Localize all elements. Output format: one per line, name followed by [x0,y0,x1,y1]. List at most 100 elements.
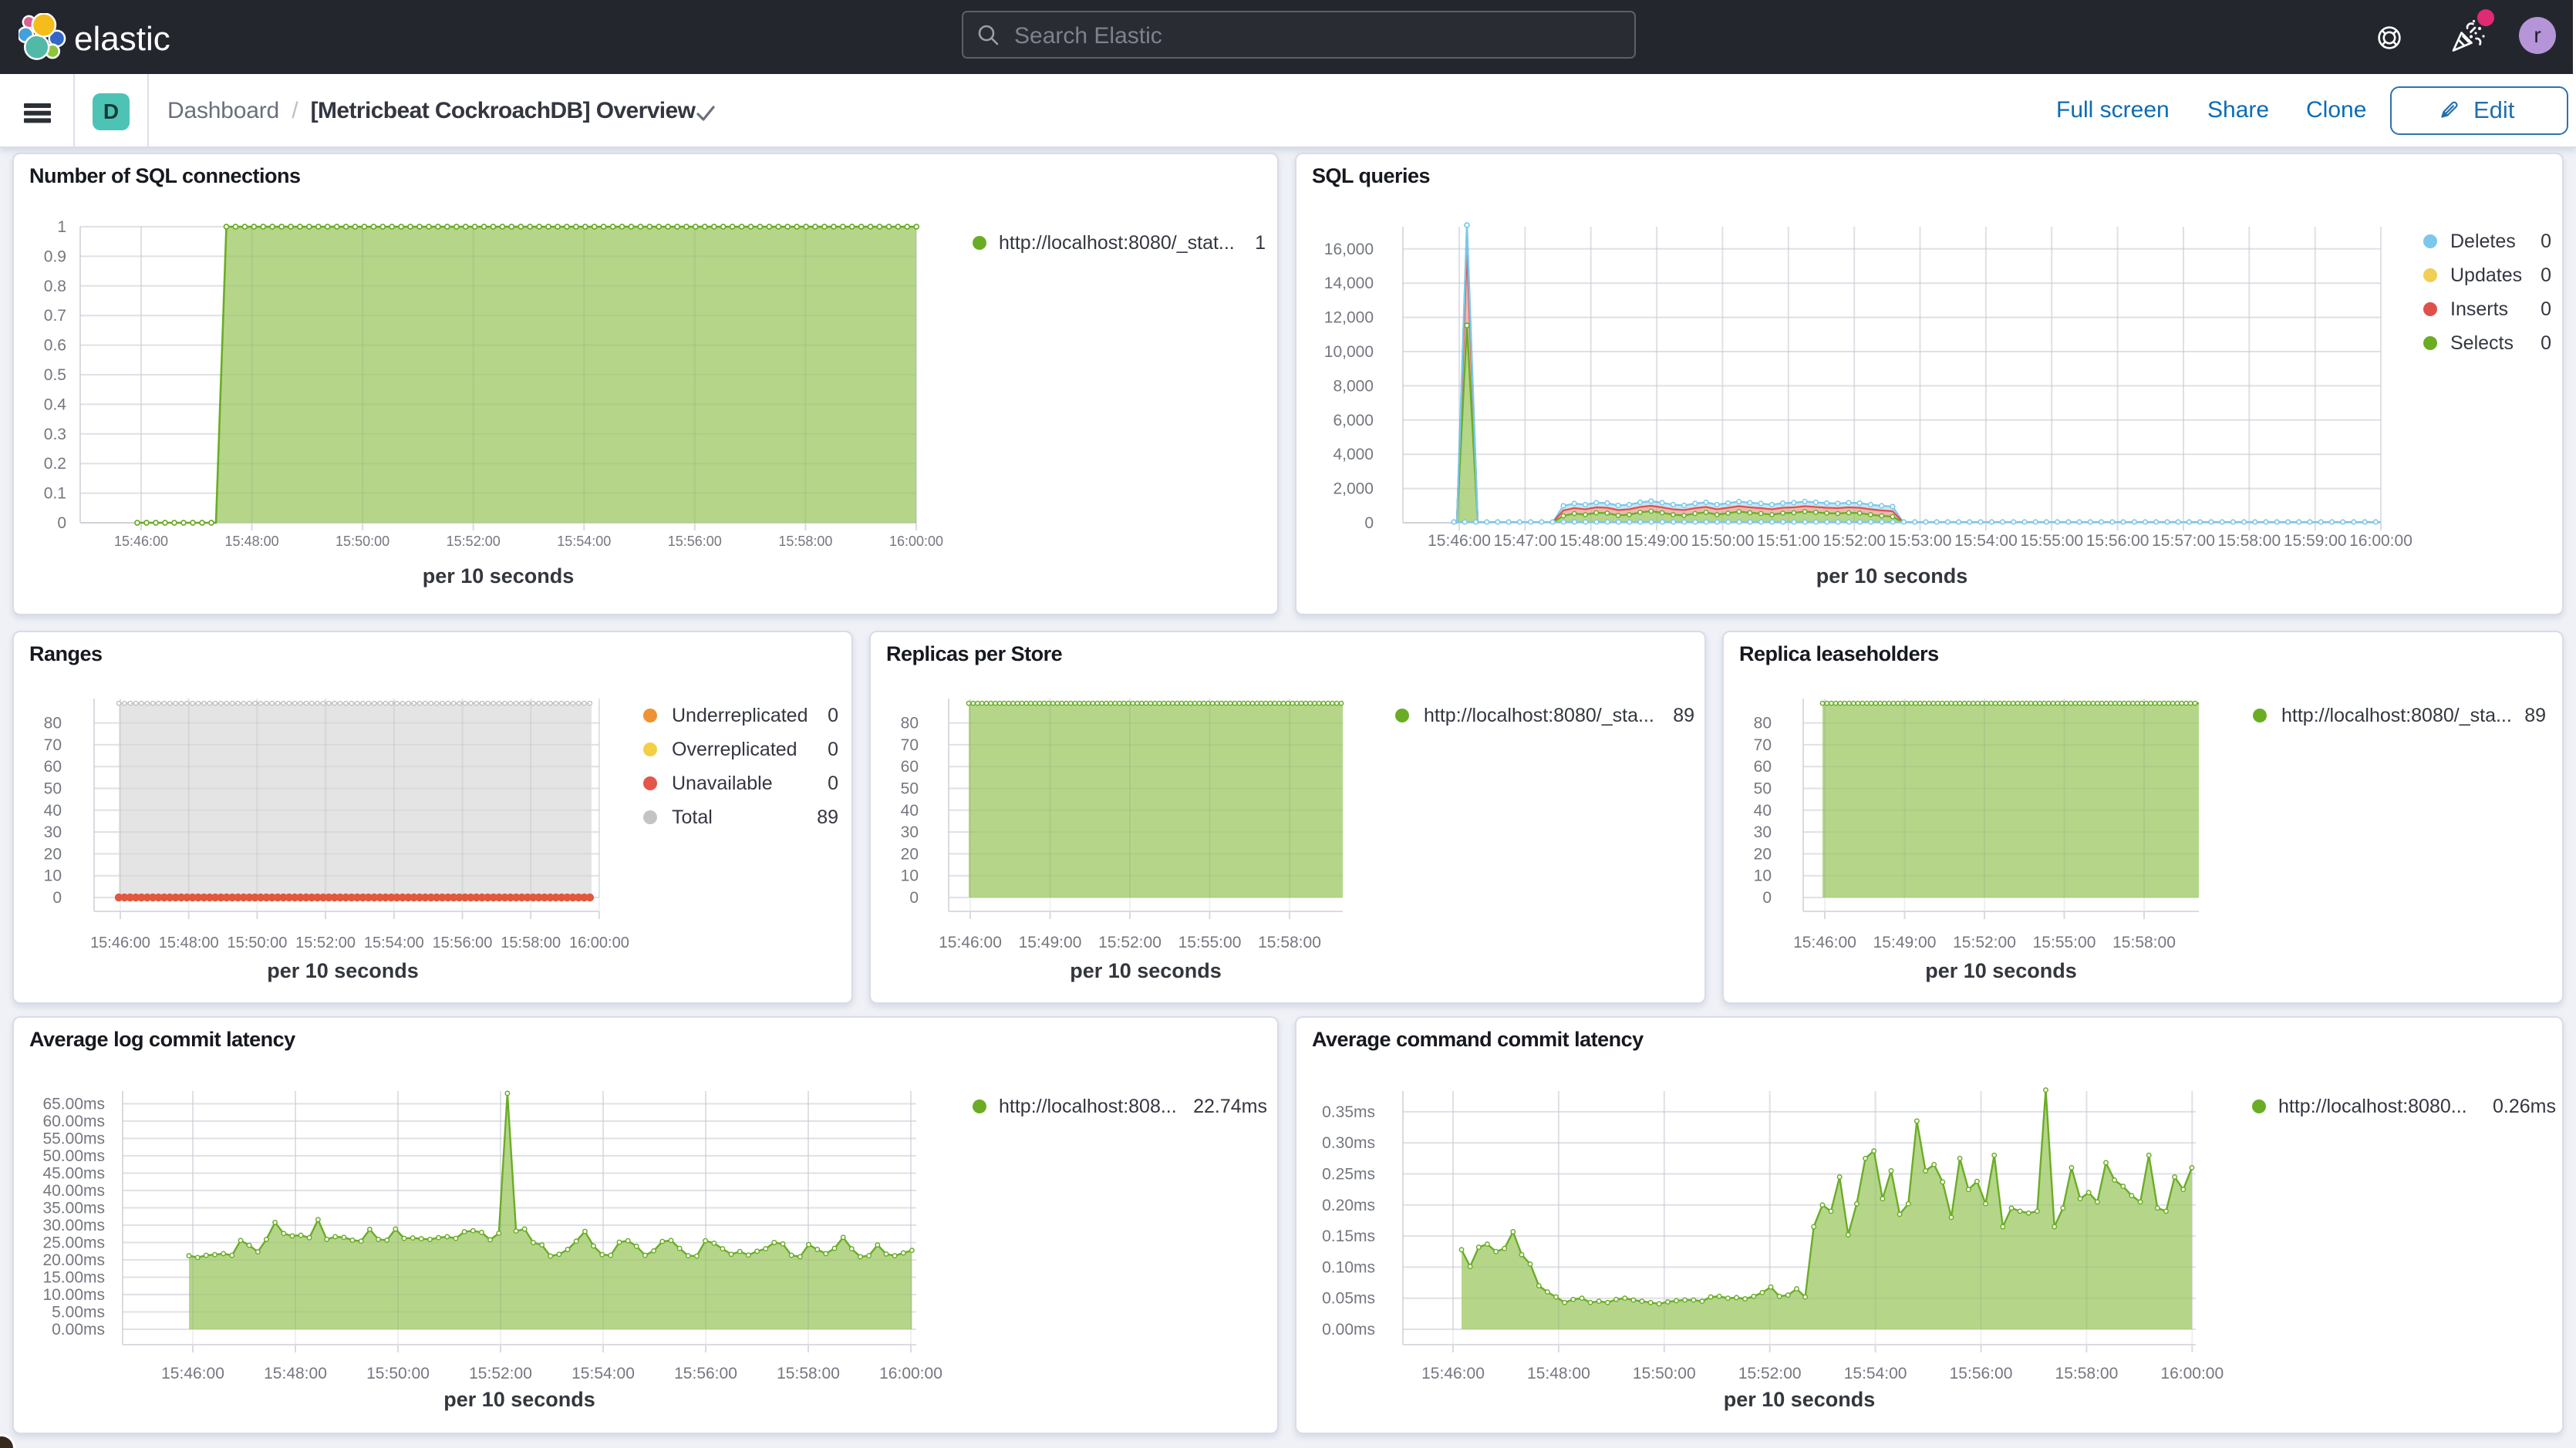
svg-text:0.20ms: 0.20ms [1322,1197,1375,1214]
svg-text:70: 70 [44,736,62,754]
svg-text:15:48:00: 15:48:00 [264,1365,327,1382]
svg-text:15:53:00: 15:53:00 [1889,532,1952,550]
svg-text:30: 30 [44,823,62,841]
svg-text:15:52:00: 15:52:00 [295,934,356,951]
svg-text:Replica leaseholders: Replica leaseholders [1739,642,1939,665]
svg-text:2,000: 2,000 [1333,480,1374,498]
svg-text:45.00ms: 45.00ms [42,1165,105,1183]
svg-text:25.00ms: 25.00ms [42,1234,105,1252]
svg-text:15:54:00: 15:54:00 [364,934,424,951]
svg-text:0.1: 0.1 [44,485,66,503]
svg-text:0.4: 0.4 [44,396,67,413]
svg-text:10: 10 [1754,867,1772,885]
svg-text:0: 0 [2541,332,2551,354]
svg-text:50: 50 [1754,780,1772,798]
svg-text:20.00ms: 20.00ms [42,1251,105,1269]
svg-text:15:58:00: 15:58:00 [2055,1365,2119,1382]
svg-text:20: 20 [44,845,62,863]
svg-text:Ranges: Ranges [29,642,103,665]
svg-text:15:52:00: 15:52:00 [1822,532,1886,550]
svg-text:15:46:00: 15:46:00 [1428,532,1491,550]
svg-text:per 10 seconds: per 10 seconds [1816,564,1968,588]
svg-text:30.00ms: 30.00ms [42,1217,105,1234]
svg-text:22.74ms: 22.74ms [1193,1096,1267,1117]
svg-text:50: 50 [44,780,62,798]
svg-text:60: 60 [1754,758,1772,776]
svg-text:15:48:00: 15:48:00 [225,534,279,549]
svg-text:15:50:00: 15:50:00 [366,1365,430,1382]
svg-text:15:58:00: 15:58:00 [501,934,561,951]
svg-text:16:00:00: 16:00:00 [889,534,943,549]
svg-text:89: 89 [817,807,838,828]
svg-text:Deletes: Deletes [2450,231,2516,252]
svg-text:15:50:00: 15:50:00 [1633,1365,1696,1382]
svg-text:0.25ms: 0.25ms [1322,1166,1375,1184]
svg-text:Underreplicated: Underreplicated [672,705,808,726]
svg-text:16:00:00: 16:00:00 [2349,532,2412,550]
svg-text:14,000: 14,000 [1324,274,1374,292]
svg-text:15:52:00: 15:52:00 [1098,934,1162,951]
svg-text:10: 10 [901,867,919,885]
svg-text:0: 0 [828,773,838,794]
svg-text:40: 40 [901,802,919,820]
svg-text:60.00ms: 60.00ms [42,1113,105,1130]
svg-text:Overreplicated: Overreplicated [672,739,797,760]
svg-text:60: 60 [901,758,919,776]
svg-text:0.30ms: 0.30ms [1322,1134,1375,1152]
svg-text:0: 0 [1364,514,1374,532]
svg-text:0.2: 0.2 [44,455,66,473]
svg-text:0.15ms: 0.15ms [1322,1227,1375,1245]
svg-text:per 10 seconds: per 10 seconds [1070,959,1222,982]
svg-text:http://localhost:8080/_sta...: http://localhost:8080/_sta... [2281,705,2512,726]
svg-text:15:46:00: 15:46:00 [114,534,168,549]
svg-text:16:00:00: 16:00:00 [569,934,629,951]
svg-text:0: 0 [2541,298,2551,320]
svg-text:15:59:00: 15:59:00 [2284,532,2347,550]
svg-text:15:54:00: 15:54:00 [1844,1365,1907,1382]
svg-text:12,000: 12,000 [1324,309,1374,327]
svg-text:15:46:00: 15:46:00 [1421,1365,1485,1382]
svg-text:0: 0 [828,739,838,760]
svg-text:15:48:00: 15:48:00 [1527,1365,1590,1382]
svg-text:15:56:00: 15:56:00 [433,934,493,951]
svg-text:0: 0 [2541,231,2551,252]
svg-text:35.00ms: 35.00ms [42,1200,105,1217]
svg-text:http://localhost:808...: http://localhost:808... [999,1096,1177,1117]
svg-text:40: 40 [44,802,62,820]
svg-text:per 10 seconds: per 10 seconds [1724,1388,1876,1411]
svg-text:Total: Total [672,807,713,828]
svg-text:55.00ms: 55.00ms [42,1130,105,1148]
svg-text:15:55:00: 15:55:00 [1178,934,1242,951]
svg-text:Number of SQL connections: Number of SQL connections [29,164,301,187]
svg-text:15:46:00: 15:46:00 [939,934,1002,951]
svg-text:0.5: 0.5 [44,366,66,384]
svg-text:Average command commit latency: Average command commit latency [1312,1028,1644,1051]
svg-text:0: 0 [52,889,62,907]
svg-text:15:58:00: 15:58:00 [2217,532,2281,550]
svg-text:http://localhost:8080...: http://localhost:8080... [2278,1096,2467,1117]
svg-text:16,000: 16,000 [1324,241,1374,258]
svg-text:SQL queries: SQL queries [1312,164,1430,187]
svg-text:30: 30 [901,823,919,841]
svg-text:15:49:00: 15:49:00 [1019,934,1082,951]
svg-text:0: 0 [57,514,66,532]
svg-text:0.26ms: 0.26ms [2493,1096,2556,1117]
svg-text:10,000: 10,000 [1324,343,1374,361]
svg-text:15:54:00: 15:54:00 [557,534,611,549]
svg-text:80: 80 [44,715,62,732]
svg-text:15:50:00: 15:50:00 [335,534,389,549]
svg-text:15:58:00: 15:58:00 [1258,934,1321,951]
svg-text:15:55:00: 15:55:00 [2020,532,2083,550]
svg-text:Updates: Updates [2450,264,2522,286]
svg-text:15:55:00: 15:55:00 [2033,934,2096,951]
svg-text:8,000: 8,000 [1333,377,1374,395]
svg-text:0.35ms: 0.35ms [1322,1103,1375,1121]
svg-text:Unavailable: Unavailable [672,773,773,794]
svg-text:15:50:00: 15:50:00 [227,934,287,951]
svg-text:15:52:00: 15:52:00 [1953,934,2016,951]
svg-text:15:56:00: 15:56:00 [1950,1365,2013,1382]
svg-text:Replicas per Store: Replicas per Store [886,642,1063,665]
svg-text:0.3: 0.3 [44,426,66,443]
svg-text:50: 50 [901,780,919,798]
svg-text:15:48:00: 15:48:00 [159,934,219,951]
